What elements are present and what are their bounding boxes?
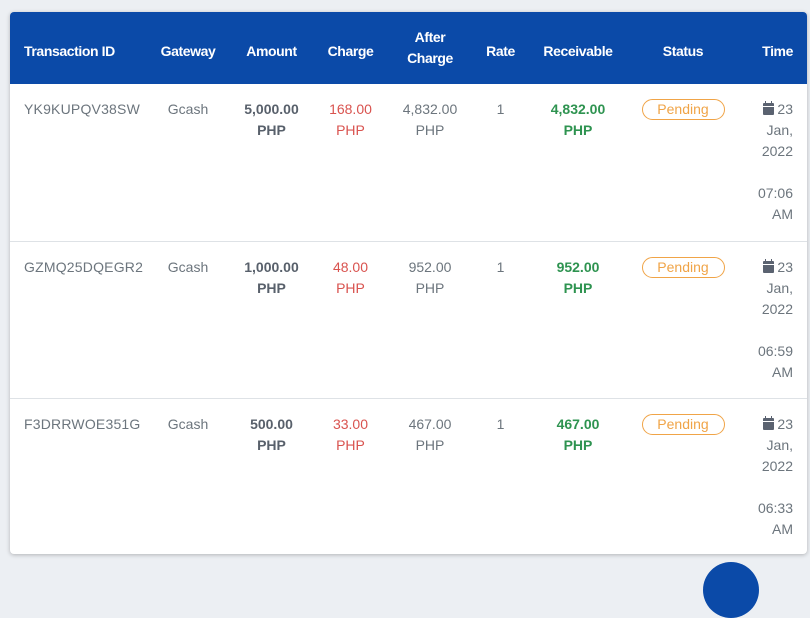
charge-currency: PHP (336, 436, 365, 453)
amount: 5,000.00 PHP (229, 84, 314, 241)
receivable-value: 4,832.00 (550, 101, 606, 117)
charge: 168.00 PHP (314, 84, 387, 241)
after-charge-value: 952.00 (408, 258, 452, 275)
header-gateway: Gateway (160, 42, 216, 59)
header-time: Time (762, 42, 793, 59)
gateway: Gcash (167, 101, 209, 117)
status-badge: Pending (641, 99, 725, 120)
time-day: 23 (777, 258, 793, 275)
status: Pending (628, 398, 738, 554)
after-charge-currency: PHP (415, 279, 445, 296)
receivable-currency: PHP (563, 279, 593, 296)
time-meridiem: AM (772, 363, 793, 380)
calendar-icon (763, 258, 775, 273)
amount-value: 1,000.00 (244, 258, 299, 275)
receivable: 4,832.00 PHP (528, 84, 628, 241)
after-charge-value: 4,832.00 (402, 101, 458, 117)
amount-currency: PHP (257, 436, 286, 453)
after-charge-currency: PHP (415, 436, 445, 453)
floating-action-button[interactable] (703, 562, 759, 618)
receivable-value: 467.00 (556, 415, 600, 432)
after-charge-value: 467.00 (408, 415, 452, 432)
amount-value: 5,000.00 (244, 101, 299, 117)
charge-value: 33.00 (332, 415, 369, 432)
header-rate: Rate (486, 42, 515, 59)
amount: 1,000.00 PHP (229, 241, 314, 398)
rate: 1 (496, 101, 505, 117)
transactions-table: Transaction ID Gateway Amount Charge Aft… (10, 12, 807, 554)
status: Pending (628, 84, 738, 241)
time-meridiem: AM (772, 206, 793, 222)
table-row: YK9KUPQV38SW Gcash 5,000.00 PHP 168.00 P… (10, 84, 807, 241)
header-after-charge-line2: Charge (407, 50, 453, 66)
status-badge: Pending (641, 256, 725, 278)
calendar-icon (763, 415, 775, 430)
header-status: Status (662, 42, 704, 59)
header-transaction-id: Transaction ID (24, 42, 115, 59)
rate: 1 (496, 258, 505, 275)
after-charge: 467.00 PHP (387, 398, 473, 554)
gateway: Gcash (167, 258, 209, 275)
time: 23 Jan, 2022 06:59 AM (738, 241, 807, 398)
gateway: Gcash (167, 415, 209, 432)
time: 23 Jan, 2022 06:33 AM (738, 398, 807, 554)
amount-value: 500.00 (250, 415, 293, 432)
amount-currency: PHP (257, 279, 286, 296)
calendar-icon (763, 101, 775, 115)
transaction-id: F3DRRWOE351G (24, 415, 141, 432)
time-month: Jan, (766, 122, 793, 138)
time-clock: 06:33 (757, 499, 793, 516)
amount-currency: PHP (257, 122, 286, 138)
receivable-value: 952.00 (556, 258, 600, 275)
receivable: 467.00 PHP (528, 398, 628, 554)
time: 23 Jan, 2022 07:06 AM (738, 84, 807, 241)
header-charge: Charge (327, 42, 374, 59)
time-meridiem: AM (772, 520, 793, 537)
time-day-line: 23 (738, 257, 793, 278)
charge: 48.00 PHP (314, 241, 387, 398)
amount: 500.00 PHP (229, 398, 314, 554)
time-month: Jan, (766, 279, 793, 296)
receivable-currency: PHP (563, 122, 593, 138)
time-day-line: 23 (738, 414, 793, 435)
receivable-currency: PHP (563, 436, 593, 453)
status: Pending (628, 241, 738, 398)
time-year: 2022 (761, 300, 793, 317)
after-charge-currency: PHP (415, 122, 445, 138)
charge-currency: PHP (336, 279, 365, 296)
charge-value: 48.00 (332, 258, 369, 275)
table-row: GZMQ25DQEGR2 Gcash 1,000.00 PHP 48.00 PH… (10, 241, 807, 398)
time-month: Jan, (766, 436, 793, 453)
time-year: 2022 (761, 143, 793, 159)
time-day: 23 (777, 101, 793, 117)
header-amount: Amount (246, 42, 297, 59)
time-clock: 06:59 (757, 342, 793, 359)
after-charge: 4,832.00 PHP (387, 84, 473, 241)
time-year: 2022 (761, 457, 793, 474)
charge-currency: PHP (336, 122, 365, 138)
table-row: F3DRRWOE351G Gcash 500.00 PHP 33.00 PHP … (10, 398, 807, 554)
time-day: 23 (777, 415, 793, 432)
transaction-id: GZMQ25DQEGR2 (24, 258, 144, 275)
transactions-card: Transaction ID Gateway Amount Charge Aft… (10, 12, 807, 554)
receivable: 952.00 PHP (528, 241, 628, 398)
header-after-charge: After Charge (387, 12, 473, 84)
time-day-line: 23 (738, 99, 793, 120)
after-charge: 952.00 PHP (387, 241, 473, 398)
time-clock: 07:06 (757, 185, 793, 201)
table-header-row: Transaction ID Gateway Amount Charge Aft… (10, 12, 807, 84)
charge-value: 168.00 (329, 101, 372, 117)
transaction-id: YK9KUPQV38SW (24, 101, 140, 117)
charge: 33.00 PHP (314, 398, 387, 554)
status-badge: Pending (641, 413, 725, 435)
header-after-charge-line1: After (414, 29, 446, 45)
header-receivable: Receivable (543, 42, 613, 59)
rate: 1 (496, 415, 505, 432)
